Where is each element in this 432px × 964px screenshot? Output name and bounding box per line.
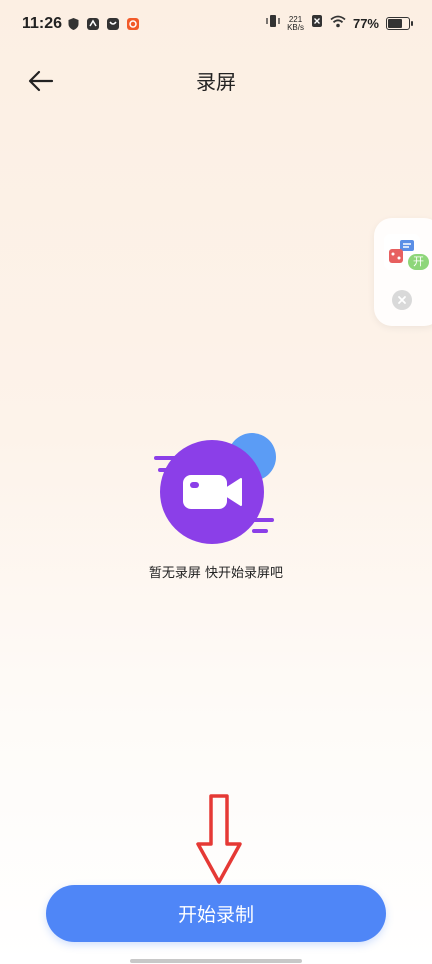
close-icon — [398, 296, 406, 304]
battery-icon — [386, 17, 413, 30]
page-title: 录屏 — [196, 70, 236, 94]
network-speed: 221 KB/s — [287, 15, 304, 32]
system-status: 221 KB/s 77% — [266, 14, 413, 33]
battery-percent: 77% — [352, 16, 379, 31]
floating-game-widget[interactable]: 开 — [374, 218, 432, 326]
empty-state-message: 暂无录屏 快开始录屏吧 — [148, 566, 284, 581]
notification-icons — [66, 17, 140, 31]
battery-level — [388, 19, 402, 28]
top-bar: 录屏 — [0, 56, 432, 104]
status-time: 11:26 — [22, 15, 63, 32]
widget-badge: 开 — [408, 254, 429, 270]
network-speed-unit: KB/s — [287, 22, 304, 32]
message-icon — [106, 17, 120, 31]
status-bar: 11:26 221 KB/s 77% — [0, 0, 432, 50]
no-sim-icon — [311, 14, 323, 33]
shopping-app-icon — [126, 17, 140, 31]
app-notification-icon — [86, 17, 100, 31]
wifi-icon — [330, 15, 346, 33]
widget-close-button[interactable] — [392, 290, 412, 310]
empty-illustration — [148, 430, 284, 550]
start-recording-button[interactable]: 开始录制 — [46, 885, 386, 942]
home-indicator[interactable] — [130, 959, 302, 963]
video-camera-icon — [154, 433, 276, 544]
vibrate-icon — [266, 14, 280, 33]
down-arrow-annotation-icon — [196, 794, 242, 886]
shield-icon — [66, 17, 80, 31]
